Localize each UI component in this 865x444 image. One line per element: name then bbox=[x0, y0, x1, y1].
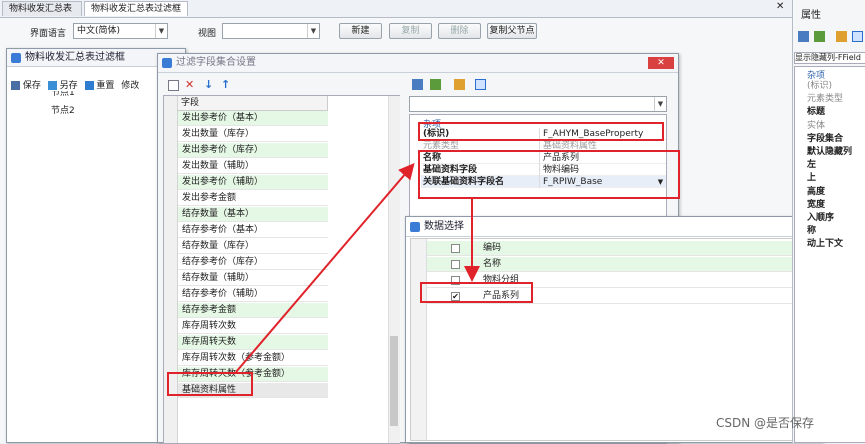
watermark: CSDN @是否保存 bbox=[716, 416, 815, 430]
annotation-arrows bbox=[235, 162, 480, 373]
arrow-to-props bbox=[235, 162, 415, 373]
